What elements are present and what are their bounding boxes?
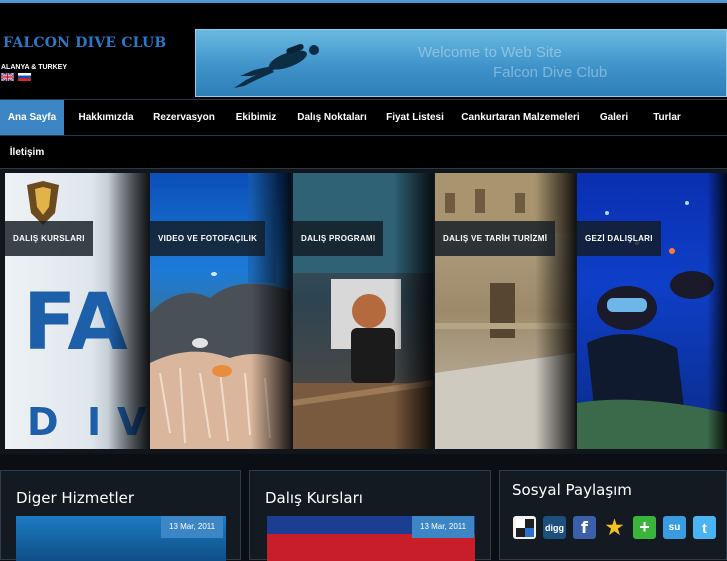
facebook-icon[interactable]: f	[573, 516, 596, 539]
nav-fiyat-listesi[interactable]: Fiyat Listesi	[381, 100, 449, 135]
social-icons: digg f ★ + su t	[513, 516, 716, 539]
slider-panel-video-fotografcilik[interactable]: VIDEO VE FOTOFAÇILIK	[150, 173, 291, 449]
nav-iletisim[interactable]: İletişim	[0, 136, 54, 168]
panel-shade	[108, 173, 148, 449]
language-flags	[1, 73, 31, 81]
feature-slider: FA D I V DALIŞ KURSLARI VIDEO VE FOTOFAÇ…	[0, 169, 727, 454]
box-title: Diger Hizmetler	[16, 489, 135, 507]
digg-icon[interactable]: digg	[543, 516, 566, 539]
panel-shade	[707, 173, 727, 449]
panel-label: DALIŞ PROGRAMI	[293, 221, 384, 256]
russia-flag-icon[interactable]	[18, 73, 31, 81]
nav-galeri[interactable]: Galeri	[592, 100, 636, 135]
box-dalis-kurslari: Dalış Kursları 13 Mar, 2011	[249, 470, 491, 561]
box-title: Dalış Kursları	[265, 489, 363, 507]
nav-dalis-noktalari[interactable]: Dalış Noktaları	[292, 100, 372, 135]
panel-shade	[535, 173, 575, 449]
slider-panel-dalis-programi[interactable]: DALIŞ PROGRAMI	[293, 173, 433, 449]
box-sosyal-paylasim: Sosyal Paylaşım digg f ★ + su t	[499, 470, 727, 560]
date-badge: 13 Mar, 2011	[161, 516, 224, 538]
favorites-icon[interactable]: ★	[603, 516, 626, 539]
uk-flag-icon[interactable]	[1, 73, 14, 81]
secondary-navigation: İletişim	[0, 136, 727, 169]
banner-welcome-text: Welcome to Web Site	[418, 44, 562, 61]
nav-rezervasyon[interactable]: Rezervasyon	[148, 100, 220, 135]
nav-turlar[interactable]: Turlar	[645, 100, 689, 135]
delicious-icon[interactable]	[513, 516, 536, 539]
nav-hakkimizda[interactable]: Hakkımızda	[73, 100, 139, 135]
header: FALCON DIVE CLUB ALANYA & TURKEY Welcome…	[0, 3, 727, 99]
panel-label: DALIŞ VE TARİH TURİZMİ	[435, 221, 556, 256]
panel-label: GEZİ DALIŞLARI	[577, 221, 661, 256]
box-diger-hizmetler: Diger Hizmetler 13 Mar, 2011	[0, 470, 241, 561]
slider-panel-dalis-kurslari[interactable]: FA D I V DALIŞ KURSLARI	[5, 173, 148, 449]
welcome-banner: Welcome to Web Site Falcon Dive Club	[195, 29, 727, 97]
svg-text:I: I	[87, 400, 101, 444]
stumbleupon-icon[interactable]: su	[663, 516, 686, 539]
panel-label: VIDEO VE FOTOFAÇILIK	[150, 221, 266, 256]
slider-panel-dalis-tarih-turizmi[interactable]: DALIŞ VE TARİH TURİZMİ	[435, 173, 575, 449]
main-navigation: Ana Sayfa Hakkımızda Rezervasyon Ekibimi…	[0, 99, 727, 136]
date-badge: 13 Mar, 2011	[412, 516, 475, 538]
panel-label: DALIŞ KURSLARI	[5, 221, 93, 256]
banner-club-text: Falcon Dive Club	[493, 64, 608, 81]
panel-shade	[393, 173, 433, 449]
box-title: Sosyal Paylaşım	[512, 481, 632, 499]
slider-panel-gezi-dalislari[interactable]: GEZİ DALIŞLARI	[577, 173, 727, 449]
add-icon[interactable]: +	[633, 516, 656, 539]
diver-silhouette-icon	[234, 43, 319, 88]
nav-ekibimiz[interactable]: Ekibimiz	[229, 100, 283, 135]
svg-text:D: D	[27, 400, 59, 444]
location-text: ALANYA & TURKEY	[1, 64, 67, 71]
site-logo[interactable]: FALCON DIVE CLUB	[3, 35, 166, 51]
panel-shade	[251, 173, 291, 449]
twitter-icon[interactable]: t	[693, 516, 716, 539]
underwater-divers-image	[577, 201, 727, 449]
nav-ana-sayfa[interactable]: Ana Sayfa	[0, 100, 64, 135]
nav-cankurtaran-malzemeleri[interactable]: Cankurtaran Malzemeleri	[458, 100, 583, 135]
